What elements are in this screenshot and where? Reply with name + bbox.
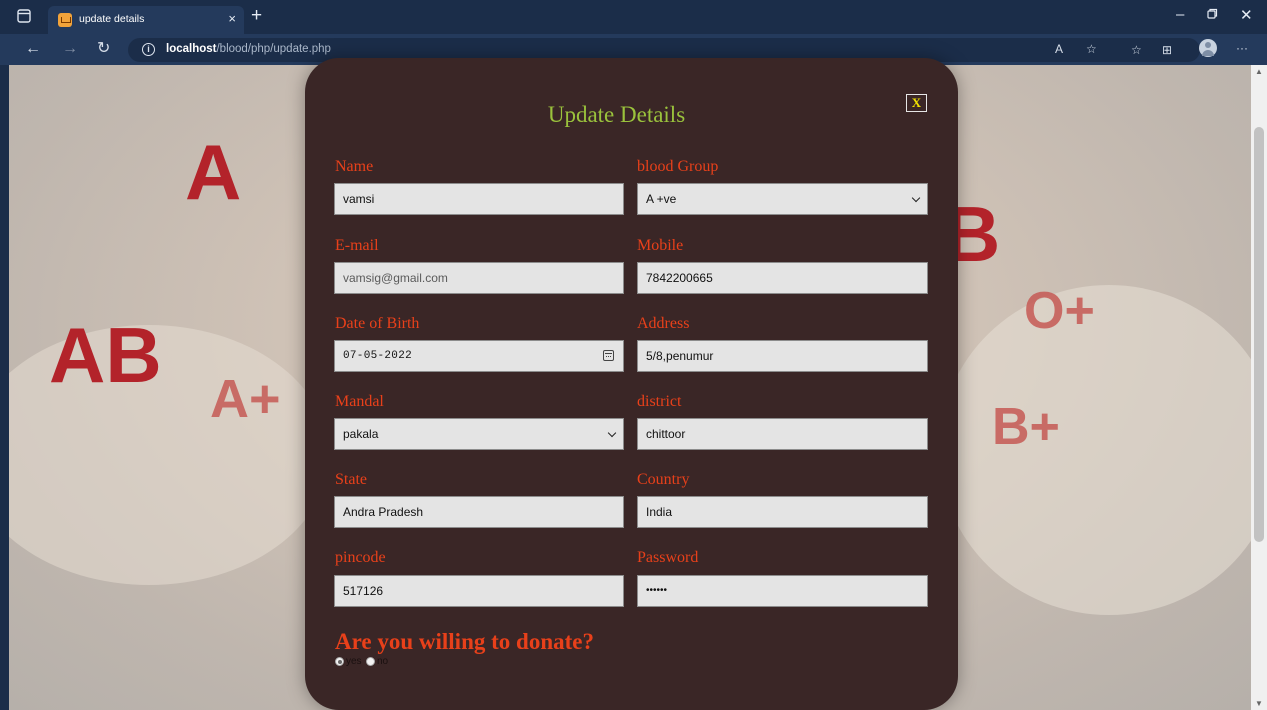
address-label: Address <box>637 315 690 332</box>
email-field[interactable]: vamsig@gmail.com <box>334 262 624 294</box>
close-window-icon[interactable]: ✕ <box>1240 6 1253 24</box>
mobile-field[interactable]: 7842200665 <box>637 262 928 294</box>
scroll-up-icon[interactable]: ▲ <box>1255 67 1263 76</box>
dob-value: 07-05-2022 <box>343 350 413 362</box>
country-field[interactable]: India <box>637 496 928 528</box>
bg-letter-a-plus: A+ <box>210 369 281 429</box>
email-label: E-mail <box>335 237 379 254</box>
address-field[interactable]: 5/8,penumur <box>637 340 928 372</box>
name-label: Name <box>335 158 374 175</box>
scroll-thumb[interactable] <box>1254 127 1264 542</box>
dob-label: Date of Birth <box>335 315 420 332</box>
blood-group-select[interactable]: A +ve <box>637 183 928 215</box>
donate-question: Are you willing to donate? <box>335 629 594 654</box>
state-label: State <box>335 471 367 488</box>
vertical-scrollbar[interactable]: ▲ ▼ <box>1251 65 1267 710</box>
district-label: district <box>637 393 682 410</box>
country-label: Country <box>637 471 690 488</box>
state-field[interactable]: Andra Pradesh <box>334 496 624 528</box>
collections-icon[interactable]: ⊞ <box>1162 43 1172 57</box>
modal-title: Update Details <box>547 102 686 127</box>
blood-group-value: A +ve <box>646 192 677 206</box>
forward-icon[interactable]: → <box>62 40 78 58</box>
mandal-select[interactable]: pakala <box>334 418 624 450</box>
bg-letter-a: A <box>185 128 242 216</box>
new-tab-button[interactable]: + <box>251 5 262 27</box>
pincode-field[interactable]: 517126 <box>334 575 624 607</box>
minimize-icon[interactable]: – <box>1176 6 1184 23</box>
update-details-modal: Update Details X Name vamsi blood Group … <box>305 58 958 710</box>
favorite-add-icon[interactable]: ☆ <box>1086 42 1097 56</box>
mandal-label: Mandal <box>335 393 384 410</box>
dob-field[interactable]: 07-05-2022 <box>334 340 624 372</box>
info-icon[interactable]: i <box>142 43 155 56</box>
favicon <box>58 13 72 27</box>
tab-close-icon[interactable]: × <box>228 11 236 26</box>
donate-no-label: no <box>377 656 389 667</box>
url-text: localhost/blood/php/update.php <box>166 43 331 55</box>
bg-letter-b-plus: B+ <box>992 398 1060 456</box>
mobile-label: Mobile <box>637 237 684 254</box>
back-icon[interactable]: ← <box>25 40 41 58</box>
blood-group-label: blood Group <box>637 158 719 175</box>
donate-yes-label: yes <box>346 656 362 667</box>
name-field[interactable]: vamsi <box>334 183 624 215</box>
bg-letter-o-plus: O+ <box>1024 282 1095 340</box>
profile-icon[interactable] <box>1199 39 1217 57</box>
donate-yes-radio[interactable] <box>335 657 344 666</box>
tab-update-details[interactable]: update details × <box>48 6 244 34</box>
calendar-icon[interactable] <box>603 350 614 361</box>
district-field[interactable]: chittoor <box>637 418 928 450</box>
refresh-icon[interactable]: ↻ <box>97 40 110 58</box>
restore-icon[interactable] <box>1207 6 1218 23</box>
mandal-value: pakala <box>343 427 379 441</box>
favorites-icon[interactable]: ☆ <box>1131 43 1142 57</box>
password-field[interactable]: •••••• <box>637 575 928 607</box>
pincode-label: pincode <box>335 549 386 566</box>
donate-no-radio[interactable] <box>366 657 375 666</box>
more-icon[interactable]: ··· <box>1236 41 1248 55</box>
scroll-down-icon[interactable]: ▼ <box>1255 699 1263 708</box>
password-label: Password <box>637 549 699 566</box>
browser-tab-bar: update details × + – ✕ <box>0 0 1267 34</box>
read-aloud-icon[interactable]: A <box>1055 42 1063 56</box>
sidebar-icon[interactable] <box>16 9 32 25</box>
close-modal-button[interactable]: X <box>906 94 927 112</box>
bg-letter-ab: AB <box>49 311 162 399</box>
background-shape <box>939 285 1251 615</box>
tab-title: update details <box>79 13 145 25</box>
